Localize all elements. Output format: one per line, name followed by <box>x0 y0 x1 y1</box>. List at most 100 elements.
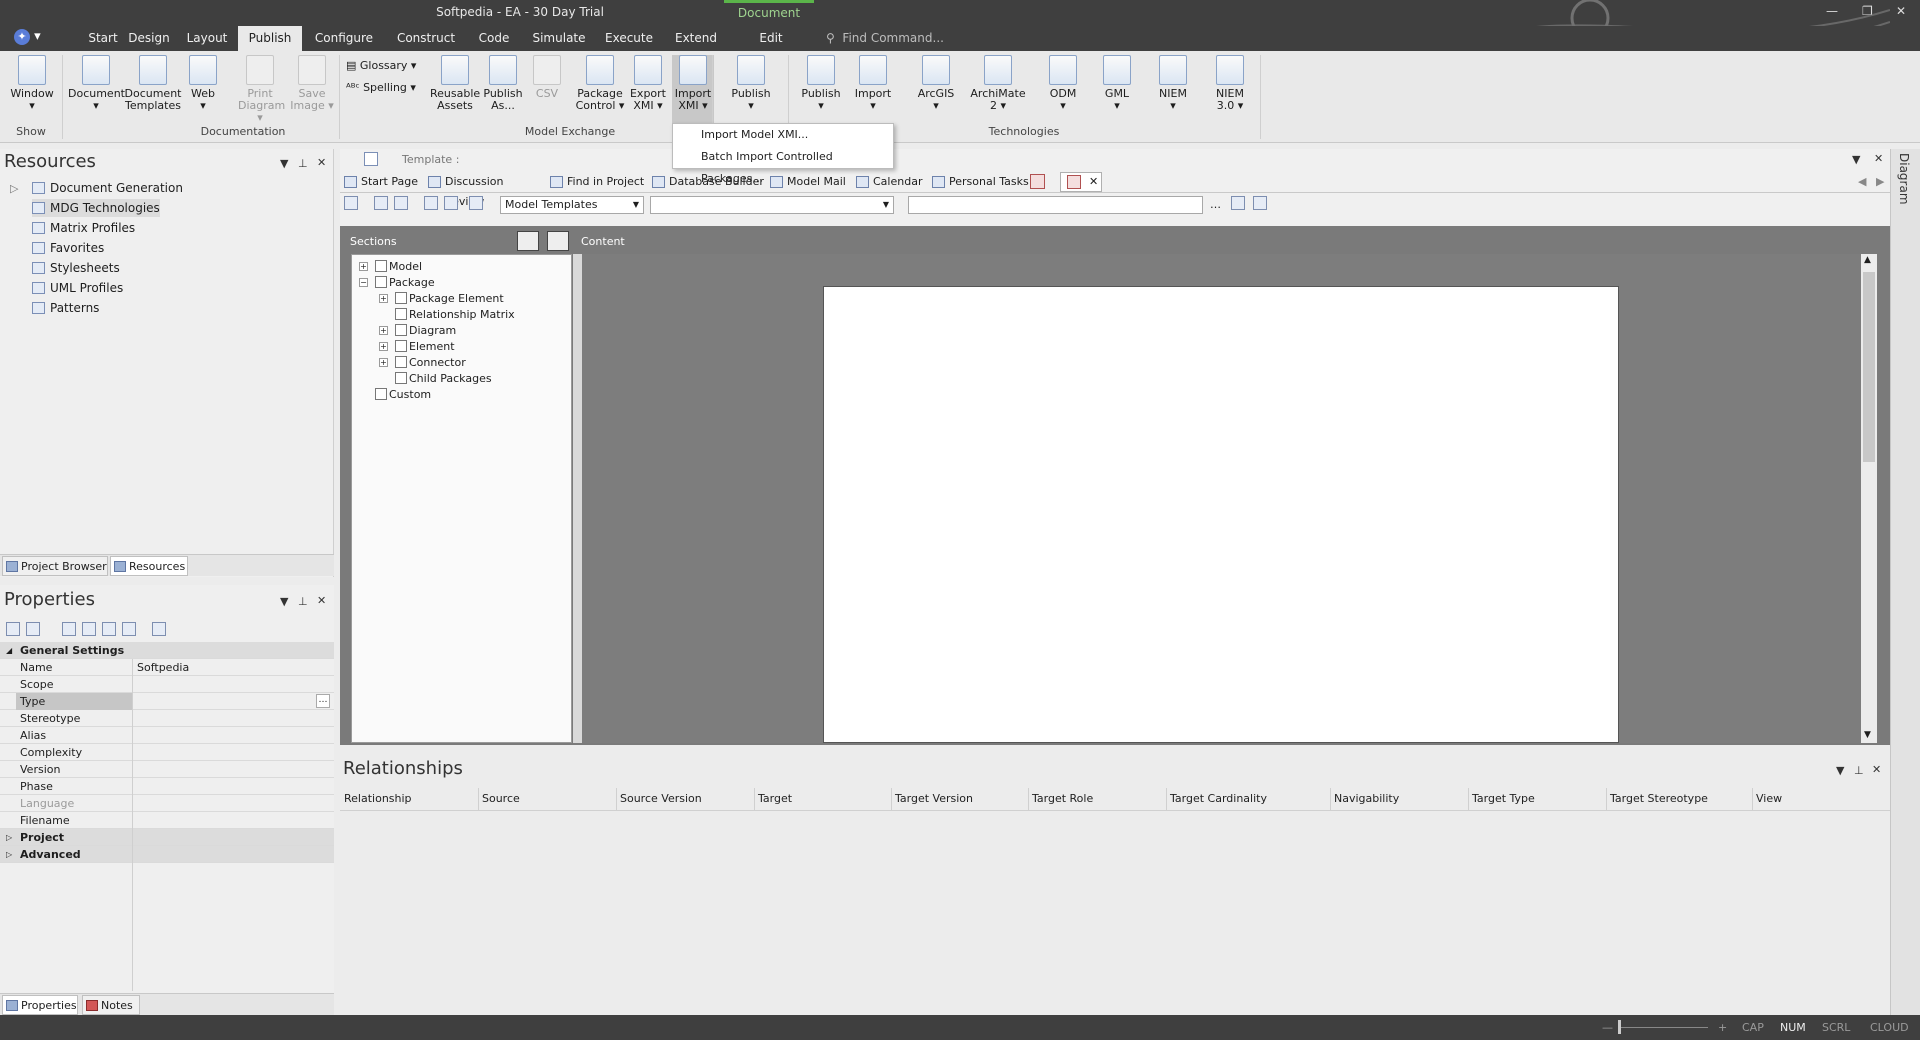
column-header[interactable]: Target Version <box>895 792 973 805</box>
property-row[interactable]: Complexity <box>0 744 334 761</box>
close-doc-icon[interactable]: ✕ <box>1874 152 1883 165</box>
model-templates-select[interactable]: Model Templates ▼ <box>500 196 644 214</box>
toolbar-icon[interactable] <box>444 196 458 210</box>
section-checkbox[interactable] <box>395 372 407 384</box>
expander-icon[interactable]: + <box>379 294 388 303</box>
property-row[interactable]: Language <box>0 795 334 812</box>
maximize-icon[interactable]: ❐ <box>1862 4 1873 18</box>
ribbon-button-gml[interactable]: GML ▾ <box>1092 55 1142 112</box>
ribbon-button-save[interactable]: Save Image ▾ <box>290 55 334 112</box>
expander-icon[interactable]: − <box>359 278 368 287</box>
section-checkbox[interactable] <box>375 260 387 272</box>
section-item[interactable]: + Connector <box>379 355 466 370</box>
ribbon-button-publish[interactable]: Publish ▾ <box>796 55 846 112</box>
menu-tab-configure[interactable]: Configure <box>306 26 382 51</box>
column-header[interactable]: Target Type <box>1472 792 1535 805</box>
glossary-button[interactable]: ▤ Glossary ▾ <box>346 59 416 72</box>
menu-item-batch-import[interactable]: Batch Import Controlled Packages... <box>673 146 893 185</box>
panel-menu-icon[interactable]: ▼ <box>280 157 288 170</box>
find-command-box[interactable]: ⚲ Find Command... <box>826 31 944 45</box>
close-window-icon[interactable]: ✕ <box>1896 4 1906 18</box>
section-checkbox[interactable] <box>395 324 407 336</box>
column-header[interactable]: Target Stereotype <box>1610 792 1708 805</box>
close-panel-icon[interactable]: ✕ <box>317 156 326 169</box>
property-row[interactable]: Name Softpedia <box>0 659 334 676</box>
ribbon-button-import[interactable]: Import ▾ <box>848 55 898 112</box>
section-item[interactable]: + Element <box>379 339 455 354</box>
resource-item[interactable]: Stylesheets <box>32 259 120 277</box>
menu-tab-construct[interactable]: Construct <box>390 26 462 51</box>
tab-model-mail[interactable]: Model Mail <box>770 172 854 192</box>
ribbon-button-archimate[interactable]: ArchiMate 2 ▾ <box>968 55 1028 112</box>
expander-icon[interactable]: + <box>379 358 388 367</box>
resource-item[interactable]: UML Profiles <box>32 279 123 297</box>
menu-tab-code[interactable]: Code <box>470 26 518 51</box>
property-row[interactable]: ▷ Project <box>0 829 334 846</box>
tab-personal-tasks[interactable]: Personal Tasks <box>932 172 1040 192</box>
ribbon-button-csv[interactable]: CSV <box>530 55 564 100</box>
section-item[interactable]: + Model <box>359 259 422 274</box>
ribbon-button-odm[interactable]: ODM ▾ <box>1038 55 1088 112</box>
template-name-input[interactable] <box>908 196 1203 214</box>
zoom-out-icon[interactable]: — <box>1602 1021 1613 1034</box>
sort-alpha-icon[interactable] <box>26 622 40 636</box>
toolbar-icon[interactable] <box>152 622 166 636</box>
toolbar-icon[interactable] <box>424 196 438 210</box>
column-header[interactable]: Navigability <box>1334 792 1399 805</box>
zoom-in-icon[interactable]: + <box>1718 1021 1727 1034</box>
menu-tab-edit[interactable]: Edit <box>726 26 816 51</box>
ribbon-button-document[interactable]: Document ▾ <box>68 55 125 112</box>
expand-arrow-icon[interactable]: ◢ <box>6 642 12 659</box>
expander-icon[interactable]: + <box>359 262 368 271</box>
ribbon-button-publish[interactable]: Publish ▾ <box>724 55 778 112</box>
categorized-icon[interactable] <box>6 622 20 636</box>
column-header[interactable]: Target <box>758 792 792 805</box>
scroll-left-icon[interactable]: ◀ <box>1858 175 1866 188</box>
column-header[interactable]: Relationship <box>344 792 412 805</box>
ribbon-button-web[interactable]: Web ▾ <box>186 55 220 112</box>
resource-item[interactable]: Matrix Profiles <box>32 219 135 237</box>
splitter-handle[interactable] <box>573 254 582 743</box>
scroll-right-icon[interactable]: ▶ <box>1876 175 1884 188</box>
up-arrow-icon[interactable] <box>122 622 136 636</box>
expander-icon[interactable]: + <box>379 326 388 335</box>
section-item[interactable]: Custom <box>375 387 431 402</box>
column-header[interactable]: Target Cardinality <box>1170 792 1267 805</box>
sections-tool-icon[interactable] <box>517 231 539 251</box>
ribbon-button-export[interactable]: Export XMI ▾ <box>626 55 670 112</box>
property-row[interactable]: Stereotype <box>0 710 334 727</box>
ribbon-button-window[interactable]: Window ▾ <box>6 55 58 112</box>
vertical-scrollbar[interactable]: ▲ ▼ <box>1861 254 1877 743</box>
property-row[interactable]: Type… <box>0 693 334 710</box>
resource-item[interactable]: Favorites <box>32 239 104 257</box>
panel-menu-icon[interactable]: ▼ <box>1852 153 1860 166</box>
section-checkbox[interactable] <box>395 356 407 368</box>
scroll-thumb[interactable] <box>1863 272 1875 462</box>
tab-properties[interactable]: Properties <box>2 995 78 1015</box>
expander-icon[interactable]: + <box>379 342 388 351</box>
property-row[interactable]: Phase <box>0 778 334 795</box>
spelling-button[interactable]: ᴬᴮᶜ Spelling ▾ <box>346 81 416 94</box>
tab-notes[interactable]: Notes <box>82 995 140 1015</box>
resource-item[interactable]: Patterns <box>32 299 99 317</box>
menu-tab-extend[interactable]: Extend <box>668 26 724 51</box>
tab-project-browser[interactable]: Project Browser <box>2 556 108 576</box>
new-icon[interactable] <box>344 196 358 210</box>
close-panel-icon[interactable]: ✕ <box>1872 763 1881 776</box>
ribbon-button-publish[interactable]: Publish As... <box>480 55 526 112</box>
column-header[interactable]: Source Version <box>620 792 702 805</box>
panel-menu-icon[interactable]: ▼ <box>1836 764 1844 777</box>
copy-icon[interactable] <box>394 196 408 210</box>
panel-menu-icon[interactable]: ▼ <box>280 595 288 608</box>
tab-start-page[interactable]: Start Page <box>344 172 422 192</box>
section-item[interactable]: Child Packages <box>395 371 492 386</box>
toolbar-icon[interactable] <box>62 622 76 636</box>
column-header[interactable]: Target Role <box>1032 792 1093 805</box>
property-row[interactable]: Filename <box>0 812 334 829</box>
document-page[interactable] <box>823 286 1619 743</box>
column-header[interactable]: Source <box>482 792 520 805</box>
toolbar-icon[interactable] <box>469 196 483 210</box>
tab-calendar[interactable]: Calendar <box>856 172 932 192</box>
scroll-down-icon[interactable]: ▼ <box>1864 730 1871 740</box>
doc-icon[interactable] <box>1030 174 1045 189</box>
